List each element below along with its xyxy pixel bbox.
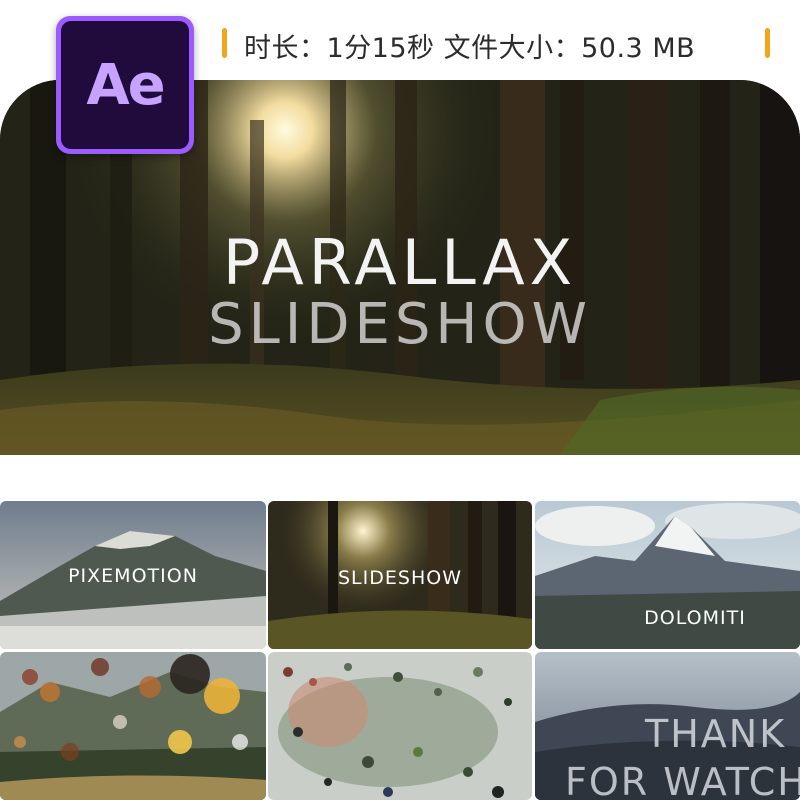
hero-title: PARALLAX [222,226,578,299]
logo-text: Ae [86,52,165,118]
accent-bar-right [765,28,770,58]
thank-text: THANK [645,712,787,756]
thumbnail-slideshow: SLIDESHOW [268,501,532,649]
particle-dissolve-image [268,652,532,800]
thumbnail-thank-for-watch: THANK FOR WATCH [535,652,800,800]
thumbnail-label: PIXEMOTION [68,565,198,587]
thumbnail-dolomiti: DOLOMITI [535,501,800,649]
bokeh-mountain-image [0,652,266,800]
thumbnail-pixemotion: PIXEMOTION [0,501,266,649]
thumbnail-label: DOLOMITI [644,607,746,629]
thumbnail-label: SLIDESHOW [338,567,462,589]
after-effects-logo-icon: Ae [56,16,194,154]
hero-subtitle: SLIDESHOW [208,292,592,357]
info-bar: 时长：1分15秒 文件大小：50.3 MB [222,22,782,66]
for-watch-text: FOR WATCH [565,760,800,800]
logo-inner: Ae [61,21,189,149]
accent-bar-left [222,28,227,58]
duration-size-text: 时长：1分15秒 文件大小：50.3 MB [244,33,696,64]
thumbnail-bokeh-mountains [0,652,266,800]
thumbnail-particles [268,652,532,800]
